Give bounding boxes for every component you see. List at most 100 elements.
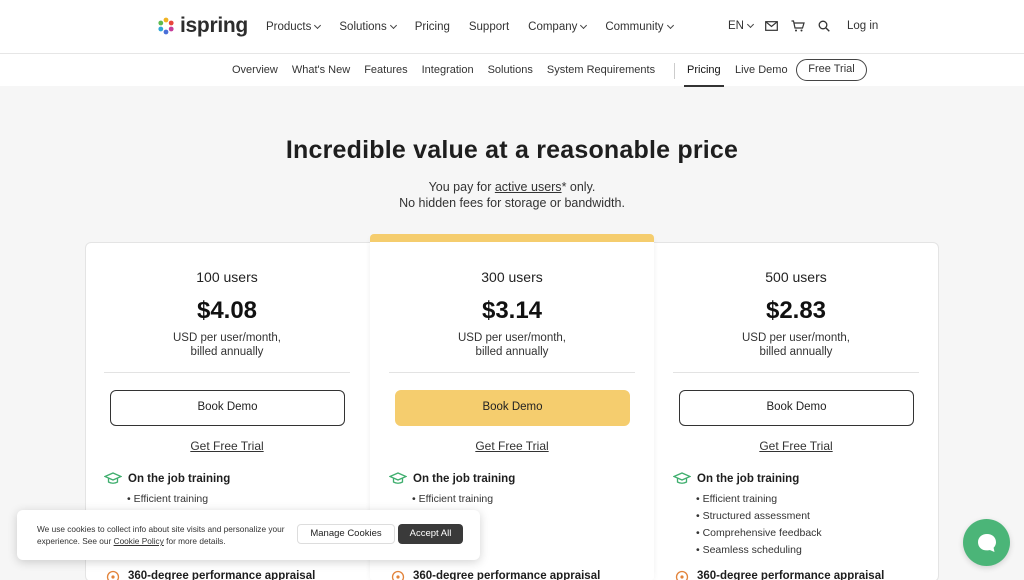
hero-subtitle-line1: You pay for active users* only. <box>0 179 1024 195</box>
book-demo-button[interactable]: Book Demo <box>679 390 914 426</box>
plan-price: $4.08 <box>196 297 258 324</box>
plan-billing: USD per user/month, billed annually <box>370 331 654 359</box>
feature-heading-appraisal-label: 360-degree performance appraisal <box>697 570 885 580</box>
language-label: EN <box>728 20 744 32</box>
subnav-solutions[interactable]: Solutions <box>488 64 533 76</box>
appraisal-icon <box>391 570 405 580</box>
plan-billing-line1: USD per user/month, <box>741 332 850 344</box>
plan-billing-line1: USD per user/month, <box>172 332 281 344</box>
feature-heading-appraisal-label: 360-degree performance appraisal <box>413 570 601 580</box>
hero-subtitle: You pay for active users* only. No hidde… <box>0 179 1024 211</box>
accept-all-button[interactable]: Accept All <box>398 524 463 544</box>
get-free-trial-link[interactable]: Get Free Trial <box>85 439 369 453</box>
subnav-system-requirements[interactable]: System Requirements <box>547 64 655 76</box>
nav-support[interactable]: Support <box>469 21 509 33</box>
plan-card-500: 500 users $2.83 USD per user/month, bill… <box>654 242 938 580</box>
subnav-overview[interactable]: Overview <box>232 64 278 76</box>
hero-subtitle-line2: No hidden fees for storage or bandwidth. <box>399 196 625 210</box>
chevron-down-icon <box>389 21 397 30</box>
cookie-policy-link[interactable]: Cookie Policy <box>114 536 164 546</box>
plan-users: 500 users <box>765 269 827 285</box>
plan-billing-line2: billed annually <box>475 346 549 358</box>
page-title: Incredible value at a reasonable price <box>285 136 739 164</box>
chevron-down-icon <box>580 21 588 30</box>
appraisal-icon <box>675 570 689 580</box>
login-link[interactable]: Log in <box>847 20 878 32</box>
feature-item: Efficient training <box>127 492 209 509</box>
active-users-link[interactable]: active users <box>495 180 562 194</box>
header-tools: EN Log in <box>728 20 878 32</box>
plan-billing-line2: billed annually <box>759 346 833 358</box>
brand-name: ispring <box>180 14 248 37</box>
plan-billing-line1: USD per user/month, <box>457 332 566 344</box>
feature-heading-label: On the job training <box>128 472 231 485</box>
nav-pricing-label: Pricing <box>414 21 450 33</box>
subnav-integration[interactable]: Integration <box>422 64 474 76</box>
product-subnav: Overview What's New Features Integration… <box>0 54 1024 87</box>
feature-item: Comprehensive feedback <box>696 526 822 543</box>
chat-button[interactable] <box>963 519 1010 566</box>
mail-icon[interactable] <box>765 21 778 31</box>
top-navbar: ispring Products Solutions Pricing Suppo… <box>0 0 1024 54</box>
nav-support-label: Support <box>468 21 510 33</box>
feature-heading-appraisal: 360-degree performance appraisal <box>673 569 884 580</box>
graduation-cap-icon <box>104 472 122 484</box>
chevron-down-icon <box>746 20 755 29</box>
feature-heading-appraisal-label: 360-degree performance appraisal <box>128 570 316 580</box>
feature-item: Efficient training <box>412 492 494 509</box>
nav-products-label: Products <box>266 21 312 33</box>
hero-sub-post: * only. <box>561 180 596 194</box>
subnav-live-demo[interactable]: Live Demo <box>735 64 788 76</box>
feature-list: Efficient training <box>127 492 209 509</box>
ispring-logo[interactable]: ispring <box>156 14 248 38</box>
plan-users: 100 users <box>196 269 258 285</box>
nav-solutions[interactable]: Solutions <box>339 21 397 33</box>
feature-item: Structured assessment <box>696 509 822 526</box>
plan-price: $3.14 <box>481 297 543 324</box>
cookie-text-2: for more details. <box>163 536 226 546</box>
cookie-text: We use cookies to collect info about sit… <box>37 523 299 547</box>
feature-item: Efficient training <box>696 492 822 509</box>
nav-products[interactable]: Products <box>266 21 322 33</box>
get-free-trial-link[interactable]: Get Free Trial <box>654 439 938 453</box>
nav-solutions-label: Solutions <box>339 21 387 33</box>
subnav-pricing-active[interactable]: Pricing <box>684 64 724 87</box>
nav-community-label: Community <box>605 21 664 33</box>
ispring-flower-icon <box>158 17 174 35</box>
cookie-banner: We use cookies to collect info about sit… <box>17 510 480 560</box>
feature-heading: On the job training <box>673 472 799 485</box>
main-nav: Products Solutions Pricing Support Compa… <box>266 21 692 33</box>
subnav-divider <box>674 63 675 79</box>
subnav-features[interactable]: Features <box>364 64 407 76</box>
nav-company[interactable]: Company <box>528 21 588 33</box>
feature-list: Efficient training Structured assessment… <box>696 492 822 560</box>
chevron-down-icon <box>666 21 674 30</box>
graduation-cap-icon <box>389 472 407 484</box>
chevron-down-icon <box>314 21 322 30</box>
plan-divider <box>673 372 919 373</box>
feature-heading: On the job training <box>104 472 230 485</box>
language-selector[interactable]: EN <box>728 20 755 32</box>
feature-heading-appraisal: 360-degree performance appraisal <box>389 569 600 580</box>
feature-heading-label: On the job training <box>697 472 800 485</box>
plan-billing: USD per user/month, billed annually <box>654 331 938 359</box>
highlighted-plan-accent <box>370 234 654 242</box>
free-trial-button[interactable]: Free Trial <box>796 59 867 81</box>
book-demo-button[interactable]: Book Demo <box>395 390 630 426</box>
appraisal-icon <box>106 570 120 580</box>
manage-cookies-button[interactable]: Manage Cookies <box>297 524 395 544</box>
get-free-trial-link[interactable]: Get Free Trial <box>370 439 654 453</box>
plan-divider <box>389 372 635 373</box>
nav-company-label: Company <box>528 21 578 33</box>
book-demo-button[interactable]: Book Demo <box>110 390 345 426</box>
plan-users: 300 users <box>481 269 543 285</box>
nav-pricing[interactable]: Pricing <box>415 21 450 33</box>
chat-bubble-icon <box>977 533 996 552</box>
subnav-whats-new[interactable]: What's New <box>292 64 350 76</box>
nav-community[interactable]: Community <box>605 21 674 33</box>
subnav-items: Overview What's New Features Integration… <box>232 64 669 76</box>
feature-heading-label: On the job training <box>413 472 516 485</box>
search-icon[interactable] <box>818 20 830 32</box>
cart-icon[interactable] <box>791 20 805 32</box>
plan-price: $2.83 <box>765 297 827 324</box>
